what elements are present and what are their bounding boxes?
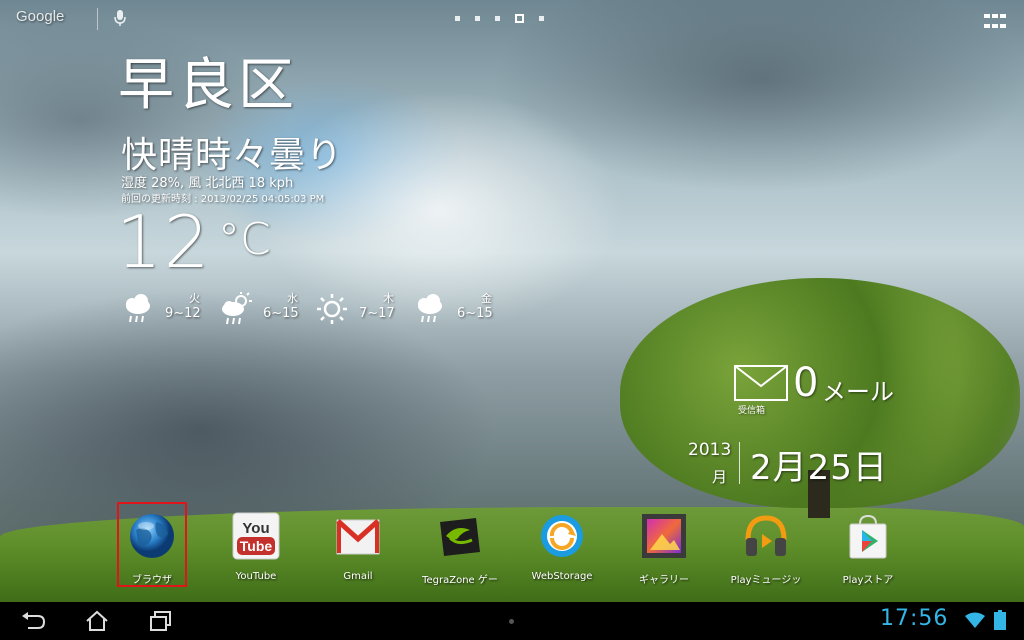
- play-store-icon: [849, 514, 887, 559]
- recent-apps-icon[interactable]: [148, 610, 174, 632]
- weather-city[interactable]: 早良区: [118, 40, 298, 121]
- date-divider: [739, 442, 740, 484]
- forecast-day: 火 9~12: [121, 290, 221, 330]
- app-play-music[interactable]: Playミュージッ: [721, 512, 811, 588]
- mail-label[interactable]: メール: [822, 372, 894, 407]
- back-icon[interactable]: [20, 610, 46, 632]
- sun-cloud-rain-icon: [222, 292, 252, 325]
- forecast-day-label: 木: [383, 292, 394, 305]
- app-label: Playストア: [842, 575, 894, 586]
- app-label: WebStorage: [531, 571, 593, 582]
- page-dot: [495, 16, 500, 21]
- page-dot: [539, 16, 544, 21]
- forecast-range: 6~15: [263, 306, 299, 321]
- page-indicator: [455, 14, 544, 23]
- weather-humidity-wind: 湿度 28%, 風 北北西 18 kph: [121, 176, 294, 191]
- mail-envelope-icon[interactable]: [733, 364, 789, 402]
- cloud-rain-icon: [418, 294, 442, 323]
- page-dot-active: [515, 14, 524, 23]
- forecast-day: 木 7~17: [315, 290, 415, 330]
- forecast-range: 6~15: [457, 306, 493, 321]
- youtube-icon: You Tube: [232, 512, 280, 560]
- microphone-icon[interactable]: [113, 9, 127, 27]
- app-label: Playミュージッ: [730, 575, 802, 586]
- forecast-range: 7~17: [359, 306, 395, 321]
- webstorage-icon: [541, 515, 583, 557]
- weather-condition: 快晴時々曇り: [121, 135, 344, 176]
- forecast-day-label: 金: [481, 292, 492, 305]
- navigation-bar: [0, 602, 1024, 640]
- tegrazone-icon: [440, 518, 480, 556]
- weather-temperature: 12: [116, 200, 212, 284]
- date-main[interactable]: 2月25日: [750, 440, 888, 489]
- gallery-icon: [642, 514, 686, 558]
- navbar-center-dot: [509, 619, 514, 624]
- inbox-label: 受信箱: [738, 406, 766, 416]
- temperature-unit: °C: [218, 214, 271, 265]
- play-music-icon: [745, 515, 787, 556]
- status-clock[interactable]: 17:56: [880, 606, 948, 631]
- sun-icon: [317, 294, 347, 324]
- battery-icon: [994, 610, 1006, 630]
- all-apps-icon[interactable]: [984, 14, 1006, 32]
- page-dot: [475, 16, 480, 21]
- forecast-day-label: 火: [189, 292, 200, 305]
- date-year: 2013: [688, 440, 732, 460]
- app-label: TegraZone ゲー: [422, 575, 498, 586]
- forecast-day-label: 水: [287, 292, 298, 305]
- weather-forecast: 火 9~12 水 6~15 木 7~17 金 6~15: [121, 290, 511, 330]
- home-icon[interactable]: [84, 610, 110, 632]
- app-label: YouTube: [235, 571, 277, 582]
- svg-text:You: You: [242, 520, 269, 537]
- forecast-day: 水 6~15: [219, 290, 319, 330]
- selection-highlight: [117, 502, 187, 587]
- forecast-range: 9~12: [165, 306, 201, 321]
- app-webstorage[interactable]: WebStorage: [517, 512, 607, 588]
- app-gallery[interactable]: ギャラリー: [619, 512, 709, 588]
- mail-count[interactable]: 0: [793, 360, 818, 406]
- svg-text:Tube: Tube: [240, 538, 273, 554]
- app-tegrazone[interactable]: TegraZone ゲー: [415, 512, 505, 588]
- app-label: ギャラリー: [639, 575, 689, 586]
- app-play-store[interactable]: Playストア: [823, 512, 913, 588]
- cloud-rain-icon: [126, 294, 150, 323]
- wifi-icon: [965, 612, 985, 628]
- app-gmail[interactable]: Gmail: [313, 512, 403, 588]
- page-dot: [455, 16, 460, 21]
- search-divider: [97, 8, 98, 30]
- date-month-char: 月: [712, 468, 728, 486]
- app-label: Gmail: [343, 571, 373, 582]
- google-search-widget[interactable]: Google: [16, 8, 64, 25]
- app-youtube[interactable]: You Tube YouTube: [211, 512, 301, 588]
- forecast-day: 金 6~15: [413, 290, 513, 330]
- gmail-icon: [336, 519, 380, 555]
